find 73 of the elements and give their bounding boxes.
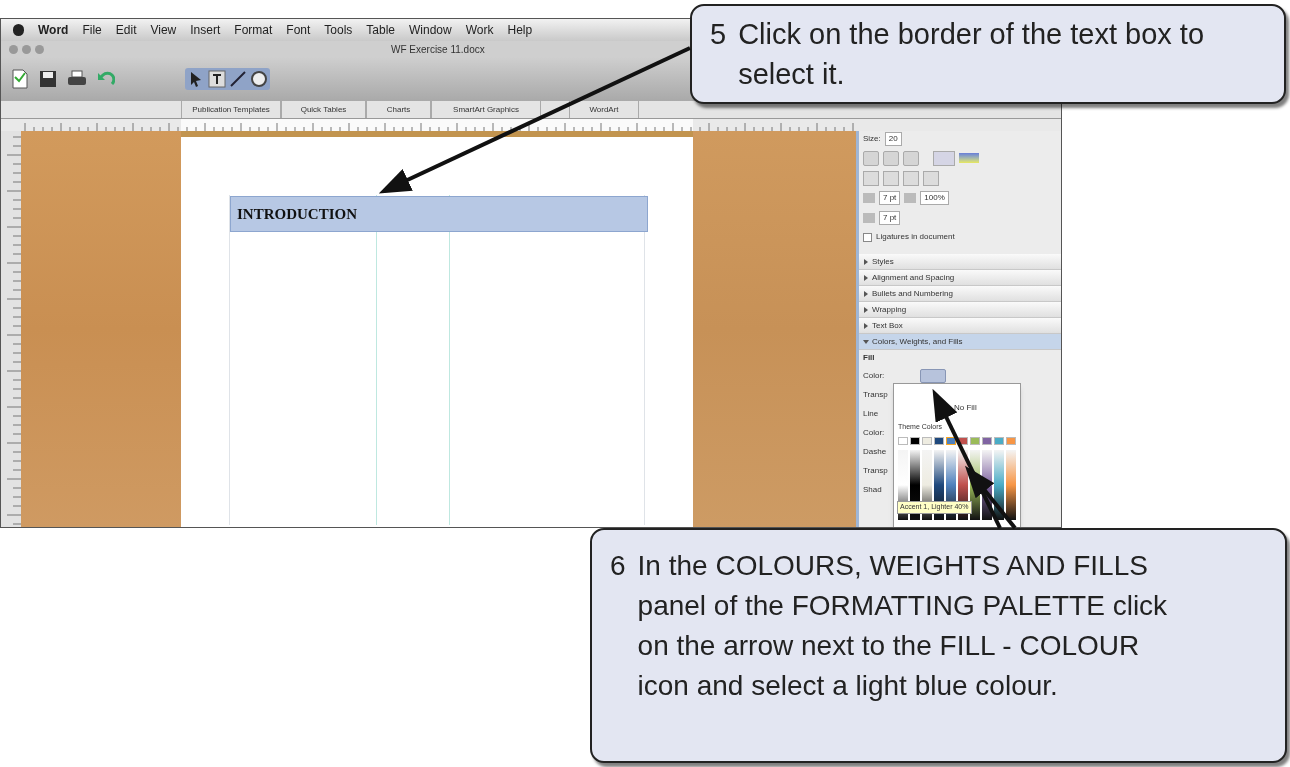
section-header[interactable]: Text Box (859, 318, 1061, 334)
window-title: WF Exercise 11.docx (391, 42, 485, 57)
heading-text: INTRODUCTION (237, 204, 357, 224)
menu-item[interactable]: Edit (115, 21, 137, 39)
color-swatch[interactable] (958, 436, 968, 445)
oval-icon[interactable] (250, 70, 268, 88)
color-swatch[interactable] (994, 436, 1004, 445)
text-box[interactable]: INTRODUCTION (231, 197, 647, 231)
menu-item[interactable]: Window (409, 21, 452, 39)
color-swatch[interactable] (898, 436, 908, 445)
field-label: Shad (863, 483, 882, 496)
section-header[interactable]: Colors, Weights, and Fills (859, 334, 1061, 350)
field-label: Line (863, 407, 879, 420)
gallery-tab[interactable]: WordArt (569, 101, 639, 118)
gallery-tab[interactable]: Charts (366, 101, 431, 118)
color-swatch[interactable] (922, 436, 932, 445)
menu-item[interactable]: Insert (190, 21, 221, 39)
line-icon[interactable] (229, 70, 247, 88)
triangle-icon (863, 322, 869, 329)
menu-item[interactable]: Table (366, 21, 396, 39)
spacing-field[interactable]: 7 pt (879, 191, 901, 205)
section-header[interactable]: Styles (859, 254, 1061, 270)
step-number: 6 (610, 549, 626, 583)
field-label: Size: (863, 133, 881, 145)
printer-icon[interactable] (67, 70, 87, 88)
field-label: Transp (863, 388, 888, 401)
menu-item[interactable]: Help (507, 21, 533, 39)
color-swatch[interactable] (1006, 436, 1016, 445)
color-swatch[interactable] (946, 436, 956, 445)
menu-item[interactable]: File (82, 21, 102, 39)
instruction-text: Click on the border of the text box to select it. (738, 17, 1205, 92)
color-swatch[interactable] (970, 436, 980, 445)
menu-item[interactable]: Format (234, 21, 273, 39)
color-shades[interactable] (982, 449, 992, 520)
menu-item[interactable]: Word (38, 21, 69, 39)
menu-item[interactable]: Font (286, 21, 311, 39)
field-label: Color: (863, 369, 885, 382)
size-field[interactable]: 20 (884, 132, 902, 146)
position-field[interactable]: 7 pt (879, 211, 901, 225)
triangle-icon (863, 290, 869, 297)
gallery-tab[interactable]: Publication Templates (181, 101, 281, 118)
menu-item[interactable]: Work (465, 21, 494, 39)
section-header[interactable]: Alignment and Spacing (859, 270, 1061, 286)
section-header[interactable]: Wrapping (859, 302, 1061, 318)
section-label: Fill (863, 352, 875, 364)
new-document-icon[interactable] (11, 69, 29, 89)
gallery-tab[interactable]: Quick Tables (281, 101, 366, 118)
menu-item[interactable]: View (150, 21, 177, 39)
menu-item[interactable]: Tools (324, 21, 353, 39)
step-number: 5 (710, 17, 727, 52)
menu-item[interactable]: No Fill (954, 402, 977, 414)
gallery-tab[interactable]: SmartArt Graphics (431, 101, 541, 118)
triangle-icon (863, 338, 869, 345)
triangle-icon (863, 274, 869, 281)
color-shades[interactable] (1006, 449, 1016, 520)
field-label: Transp (863, 464, 888, 477)
color-swatch[interactable] (982, 436, 992, 445)
fill-color-button[interactable] (920, 368, 947, 383)
field-label: Color: (863, 426, 885, 439)
color-swatch[interactable] (934, 436, 944, 445)
checkbox-label: Ligatures in document (876, 231, 955, 243)
checkbox[interactable] (863, 232, 872, 242)
scale-field[interactable]: 100% (920, 191, 949, 205)
section-header[interactable]: Bullets and Numbering (859, 286, 1061, 302)
color-shades[interactable] (994, 449, 1004, 520)
save-icon[interactable] (39, 70, 57, 88)
triangle-icon (863, 306, 869, 313)
color-shades[interactable] (970, 449, 980, 520)
instruction-text: In the COLOURS, WEIGHTS AND FILLS panel of the FORMATTING PALETTE click on the arrow next to the FILL - COLOUR icon and select a light blue colour. (637, 549, 1169, 703)
text-box-icon[interactable] (208, 70, 226, 88)
color-swatch[interactable] (910, 436, 920, 445)
field-label: Dashe (863, 445, 887, 458)
triangle-icon (863, 258, 869, 265)
